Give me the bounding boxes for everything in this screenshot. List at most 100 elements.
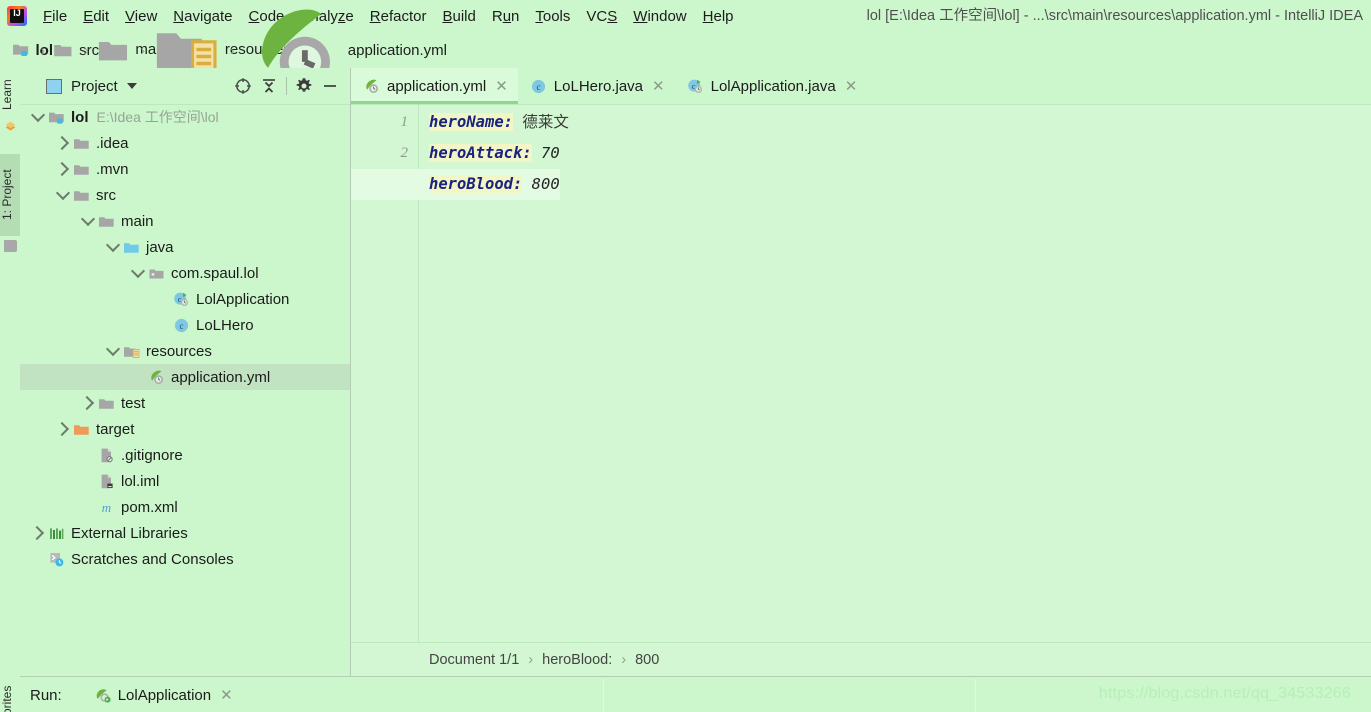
tree-node-label: test [121, 394, 146, 412]
chevron-right-icon[interactable] [54, 135, 71, 151]
tree-node-label: External Libraries [71, 524, 188, 542]
yaml-value: 德莱文 [522, 113, 569, 131]
menu-item-refactor[interactable]: Refactor [362, 5, 435, 28]
editor-tab-label: LoLHero.java [553, 77, 644, 95]
editor-area: application.yml ✕ c LoLHero.java ✕ c LolApplic… [351, 68, 1371, 676]
learn-icon [5, 121, 16, 131]
editor-tab-label: application.yml [387, 77, 487, 95]
breadcrumb-item-lol[interactable]: lol [6, 40, 53, 60]
tree-node-test[interactable]: test [20, 390, 350, 416]
breadcrumb-item-main[interactable]: main [91, 33, 168, 68]
chevron-right-icon[interactable] [54, 161, 71, 177]
yaml-key: heroName: [429, 113, 513, 131]
breadcrumb-item-label: application.yml [347, 41, 447, 59]
chevron-down-icon[interactable] [80, 211, 96, 229]
project-panel-title: Project [71, 77, 118, 95]
tree-node-main[interactable]: main [20, 208, 350, 234]
tree-node-path: E:\Idea 工作空间\lol [96, 109, 219, 125]
chevron-right-icon[interactable] [29, 525, 46, 541]
status-breadcrumb-item[interactable]: 800 [635, 652, 659, 668]
iml-file-icon [101, 474, 113, 488]
tree-node-label: resources [146, 342, 212, 360]
code-line[interactable]: heroName: 德莱文 [419, 107, 569, 138]
select-opened-file-icon[interactable] [230, 73, 256, 99]
code-line[interactable]: heroAttack: 70 [419, 138, 560, 169]
menu-item-vcs[interactable]: VCS [578, 5, 625, 28]
menu-item-run[interactable]: Run [484, 5, 528, 28]
status-breadcrumb-item[interactable]: heroBlood: [542, 652, 612, 668]
menu-item-window[interactable]: Window [625, 5, 694, 28]
project-tree[interactable]: lol E:\Idea 工作空间\lol .idea .mvn src main java c… [20, 104, 350, 676]
close-icon[interactable]: ✕ [652, 79, 665, 94]
tree-node-lolapplication[interactable]: c LolApplication [20, 286, 350, 312]
project-panel-title-group[interactable]: Project [46, 78, 137, 95]
tree-node-lolhero[interactable]: c LoLHero [20, 312, 350, 338]
window-title: lol [E:\Idea 工作空间\lol] - ...\src\main\re… [866, 8, 1363, 24]
source-root-icon [124, 242, 139, 253]
minimize-icon[interactable] [317, 73, 343, 99]
scratches-icon [50, 552, 64, 566]
status-breadcrumb-item[interactable]: Document 1/1 [429, 652, 519, 668]
tree-node-target[interactable]: target [20, 416, 350, 442]
intellij-idea-window: FileEditViewNavigateCodeAnalyzeRefactorB… [0, 0, 1371, 712]
breadcrumb-separator: › [140, 42, 146, 58]
status-breadcrumb-separator: › [621, 651, 627, 668]
editor-tab-lolhero-java[interactable]: c LoLHero.java ✕ [518, 68, 675, 104]
tree-node-java[interactable]: java [20, 234, 350, 260]
chevron-right-icon[interactable] [79, 395, 96, 411]
run-configuration-name: LolApplication [117, 686, 212, 704]
collapse-all-icon[interactable] [256, 73, 282, 99]
tree-node--gitignore[interactable]: .gitignore [20, 442, 350, 468]
close-icon[interactable]: ✕ [495, 79, 508, 94]
chevron-down-icon[interactable] [55, 185, 71, 203]
tree-node--mvn[interactable]: .mvn [20, 156, 350, 182]
close-icon[interactable]: ✕ [845, 79, 858, 94]
tool-tab-favorites[interactable]: Favorites [0, 680, 20, 712]
editor-tab-lolapplication-java[interactable]: c LolApplication.java ✕ [675, 68, 868, 104]
tree-node-application-yml[interactable]: application.yml [20, 364, 350, 390]
close-icon[interactable]: ✕ [220, 688, 233, 703]
folder-icon [74, 164, 89, 175]
breadcrumb-separator: › [84, 42, 89, 58]
menu-item-tools[interactable]: Tools [527, 5, 578, 28]
folder-icon [99, 216, 114, 227]
chevron-down-icon[interactable] [126, 83, 137, 89]
breadcrumb-item-src[interactable]: src [47, 39, 99, 61]
tree-node-src[interactable]: src [20, 182, 350, 208]
tree-node-scratches-and-consoles[interactable]: Scratches and Consoles [20, 546, 350, 572]
menu-item-build[interactable]: Build [434, 5, 483, 28]
editor-tab-bar: application.yml ✕ c LoLHero.java ✕ c LolApplic… [351, 68, 1371, 105]
code-line[interactable]: heroBlood: 800 [351, 169, 560, 200]
editor-code-pane[interactable]: heroName: 德莱文 heroAttack: 70 heroBlood: 80… [351, 105, 1371, 676]
menu-item-help[interactable]: Help [695, 5, 742, 28]
navigation-bar: lol › src › main › resources › application.yml [0, 9, 1371, 88]
spring-boot-run-icon [96, 688, 111, 703]
tree-node-external-libraries[interactable]: External Libraries [20, 520, 350, 546]
tool-tab-project[interactable]: 1: Project [0, 154, 20, 236]
chevron-down-icon[interactable] [105, 341, 121, 359]
editor-tab-application-yml[interactable]: application.yml ✕ [351, 68, 518, 104]
chevron-down-icon[interactable] [30, 107, 46, 125]
chevron-right-icon[interactable] [54, 421, 71, 437]
run-tool-window: Run: LolApplication ✕ https://blog.csdn.… [20, 676, 1371, 712]
run-configuration-tab[interactable]: LolApplication ✕ [94, 687, 233, 704]
run-panel-label: Run: [30, 686, 62, 704]
java-class-icon: c [174, 318, 189, 332]
tree-node-pom-xml[interactable]: m pom.xml [20, 494, 350, 520]
tree-node-resources[interactable]: resources [20, 338, 350, 364]
project-icon [4, 240, 17, 252]
tree-node-label: lol [71, 108, 89, 126]
breadcrumb-separator: › [229, 42, 235, 58]
gear-icon[interactable] [291, 73, 317, 99]
run-panel-divider-2 [975, 679, 976, 712]
project-panel-header: Project [20, 68, 350, 105]
tree-node-com-spaul-lol[interactable]: com.spaul.lol [20, 260, 350, 286]
toolbar-divider [286, 77, 287, 95]
tree-node-lol[interactable]: lol E:\Idea 工作空间\lol [20, 104, 350, 130]
chevron-down-icon[interactable] [105, 237, 121, 255]
tree-node--idea[interactable]: .idea [20, 130, 350, 156]
gitignore-file-icon [101, 448, 113, 462]
tool-tab-learn[interactable]: Learn [0, 72, 20, 118]
chevron-down-icon[interactable] [130, 263, 146, 281]
tree-node-lol-iml[interactable]: lol.iml [20, 468, 350, 494]
